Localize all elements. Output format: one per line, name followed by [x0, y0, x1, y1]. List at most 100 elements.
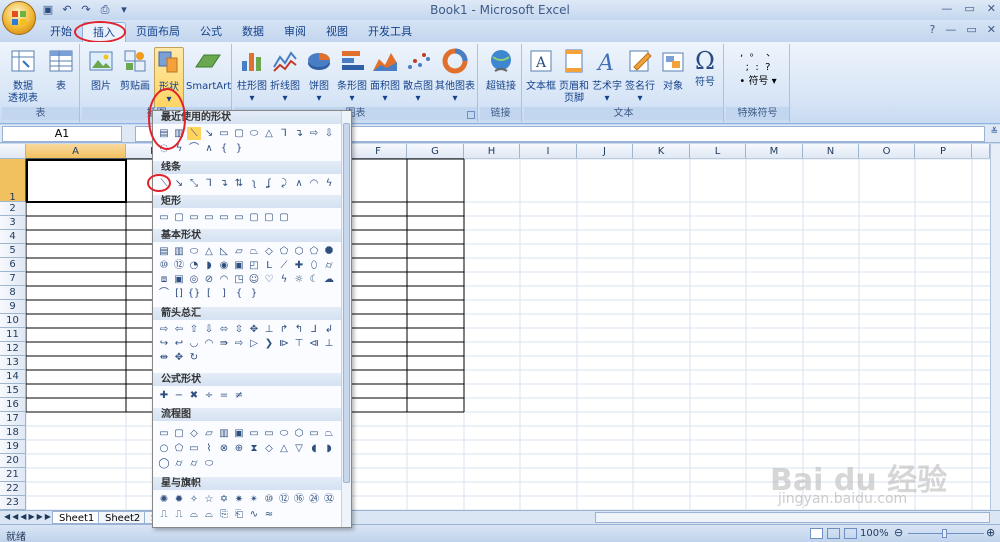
horizontal-scrollbar[interactable] [595, 512, 990, 523]
curved-left-arrow-icon[interactable]: ↩ [172, 337, 186, 350]
row-header[interactable]: 17 [0, 412, 26, 426]
block-right-arrow-icon[interactable]: ⇨ [157, 323, 171, 336]
curved-ribbon-down-icon[interactable]: ⌓ [202, 508, 216, 521]
star6-icon[interactable]: ✡ [217, 493, 231, 506]
row-header[interactable]: 5 [0, 244, 26, 258]
wordart-button[interactable]: A 艺术字 ▾ [591, 47, 623, 105]
row-header[interactable]: 20 [0, 454, 26, 468]
star12-icon[interactable]: ⑫ [277, 493, 291, 506]
charts-dialog-launcher[interactable] [467, 111, 475, 119]
tab-review[interactable]: 审阅 [274, 22, 316, 42]
textbox-shape-icon[interactable]: ▤ [157, 127, 171, 140]
lightning-shape-icon[interactable]: ϟ [172, 142, 186, 155]
star16-icon[interactable]: ⑯ [292, 493, 306, 506]
normal-view-icon[interactable] [810, 528, 823, 539]
double-wave-icon[interactable]: ≈ [262, 508, 276, 521]
close-icon[interactable]: ✕ [987, 2, 996, 15]
octagon-icon[interactable]: ⯃ [322, 245, 336, 258]
star10-icon[interactable]: ⑩ [262, 493, 276, 506]
rounded-rectangle-icon[interactable]: ▢ [172, 211, 186, 224]
row-header[interactable]: 16 [0, 398, 26, 412]
left-right-arrow-callout-icon[interactable]: ⇹ [157, 351, 171, 364]
double-brace-icon[interactable]: {} [187, 287, 201, 300]
flow-merge-icon[interactable]: ▽ [292, 442, 306, 455]
straight-line-icon[interactable]: ⟍ [157, 177, 171, 190]
bent-up-arrow-icon[interactable]: ↲ [322, 323, 336, 336]
multiply-icon[interactable]: ✖ [187, 389, 201, 402]
row-header[interactable]: 15 [0, 384, 26, 398]
triangle-shape-icon[interactable]: △ [262, 127, 276, 140]
row-header[interactable]: 13 [0, 356, 26, 370]
scatter-chart-button[interactable]: 散点图 ▾ [402, 47, 434, 105]
flow-magnetic-disk-icon[interactable]: ⌭ [172, 457, 186, 470]
shapes-button[interactable]: 形状 ▾ [154, 47, 184, 113]
flow-internal-storage-icon[interactable]: ▣ [232, 427, 246, 440]
u-turn-arrow-icon[interactable]: ↰ [292, 323, 306, 336]
left-arrow-callout-icon[interactable]: ⧏ [307, 337, 321, 350]
chevron-icon[interactable]: ❯ [262, 337, 276, 350]
right-arrow-shape-icon[interactable]: ⇨ [307, 127, 321, 140]
tab-home[interactable]: 开始 [40, 22, 82, 42]
row-header[interactable]: 2 [0, 202, 26, 216]
elbow-arrow-shape-icon[interactable]: ↴ [292, 127, 306, 140]
basic-oval-icon[interactable]: ⬭ [187, 245, 201, 258]
flow-alt-process-icon[interactable]: ▢ [172, 427, 186, 440]
expand-formula-icon[interactable]: ≚ [990, 127, 998, 137]
lightning-bolt-icon[interactable]: ϟ [277, 273, 291, 286]
arc-icon[interactable]: ⌒ [157, 287, 171, 300]
right-bracket-icon[interactable]: ] [217, 287, 231, 300]
right-brace-icon[interactable]: } [247, 287, 261, 300]
up-down-arrow-icon[interactable]: ⇳ [232, 323, 246, 336]
maximize-icon[interactable]: ▭ [964, 2, 974, 15]
donut-icon[interactable]: ◎ [187, 273, 201, 286]
tab-formulas[interactable]: 公式 [190, 22, 232, 42]
elbow-arrow-connector-icon[interactable]: ↴ [217, 177, 231, 190]
zoom-in-icon[interactable]: ⊕ [986, 526, 995, 539]
heart-icon[interactable]: ♡ [262, 273, 276, 286]
flow-document-icon[interactable]: ▭ [247, 427, 261, 440]
sun-icon[interactable]: ☼ [292, 273, 306, 286]
double-arrow-line-icon[interactable]: ⤡ [187, 177, 201, 190]
pentagon-icon[interactable]: ⬠ [277, 245, 291, 258]
worksheet-grid[interactable]: A B C D E F G H I J K L M N O P 1 234567… [0, 144, 990, 510]
flow-process-icon[interactable]: ▭ [157, 427, 171, 440]
no-symbol-icon[interactable]: ⊘ [202, 273, 216, 286]
scribble-icon[interactable]: ϟ [322, 177, 336, 190]
hexagon-icon[interactable]: ⬡ [292, 245, 306, 258]
cube-icon[interactable]: ⧈ [157, 273, 171, 286]
row-header[interactable]: 22 [0, 482, 26, 496]
star8-icon[interactable]: ✴ [247, 493, 261, 506]
cross-icon[interactable]: ✚ [292, 259, 306, 272]
area-chart-button[interactable]: 面积图 ▾ [369, 47, 401, 105]
down-arrow-shape-icon[interactable]: ⇩ [322, 127, 336, 140]
row-header[interactable]: 7 [0, 272, 26, 286]
page-break-view-icon[interactable] [844, 528, 857, 539]
star32-icon[interactable]: ㉜ [322, 493, 336, 506]
striped-right-arrow-icon[interactable]: ⇛ [217, 337, 231, 350]
object-button[interactable]: 对象 [658, 47, 688, 93]
redo-icon[interactable]: ↷ [78, 2, 94, 18]
round-same-side-icon[interactable]: ▢ [262, 211, 276, 224]
double-bracket-icon[interactable]: [] [172, 287, 186, 300]
up-arrow-callout-icon[interactable]: ⊥ [322, 337, 336, 350]
special-symbols-dropdown[interactable]: • 符号 ▾ [732, 75, 784, 89]
save-icon[interactable]: ▣ [40, 2, 56, 18]
flow-preparation-icon[interactable]: ⬡ [292, 427, 306, 440]
curved-ribbon-up-icon[interactable]: ⌓ [187, 508, 201, 521]
pie-shape-icon[interactable]: ◔ [187, 259, 201, 272]
left-bracket-icon[interactable]: [ [202, 287, 216, 300]
half-frame-icon[interactable]: ◰ [247, 259, 261, 272]
sheet-tab-sheet2[interactable]: Sheet2 [98, 511, 148, 524]
pivot-table-button[interactable]: 数据 透视表 [6, 47, 40, 105]
table-button[interactable]: 表 [46, 47, 76, 93]
dodecagon-icon[interactable]: ⑫ [172, 259, 186, 272]
chord-icon[interactable]: ◗ [202, 259, 216, 272]
freeform-icon[interactable]: ◠ [307, 177, 321, 190]
minimize-icon[interactable]: — [941, 2, 952, 15]
elbow-connector-shape-icon[interactable]: ⅂ [277, 127, 291, 140]
right-arrow-callout-icon[interactable]: ⧐ [277, 337, 291, 350]
flow-collate-icon[interactable]: ⧗ [247, 442, 261, 455]
flow-direct-access-icon[interactable]: ⌭ [187, 457, 201, 470]
basic-vtextbox-icon[interactable]: ▥ [172, 245, 186, 258]
ribbon-restore-icon[interactable]: ▭ [966, 23, 976, 36]
